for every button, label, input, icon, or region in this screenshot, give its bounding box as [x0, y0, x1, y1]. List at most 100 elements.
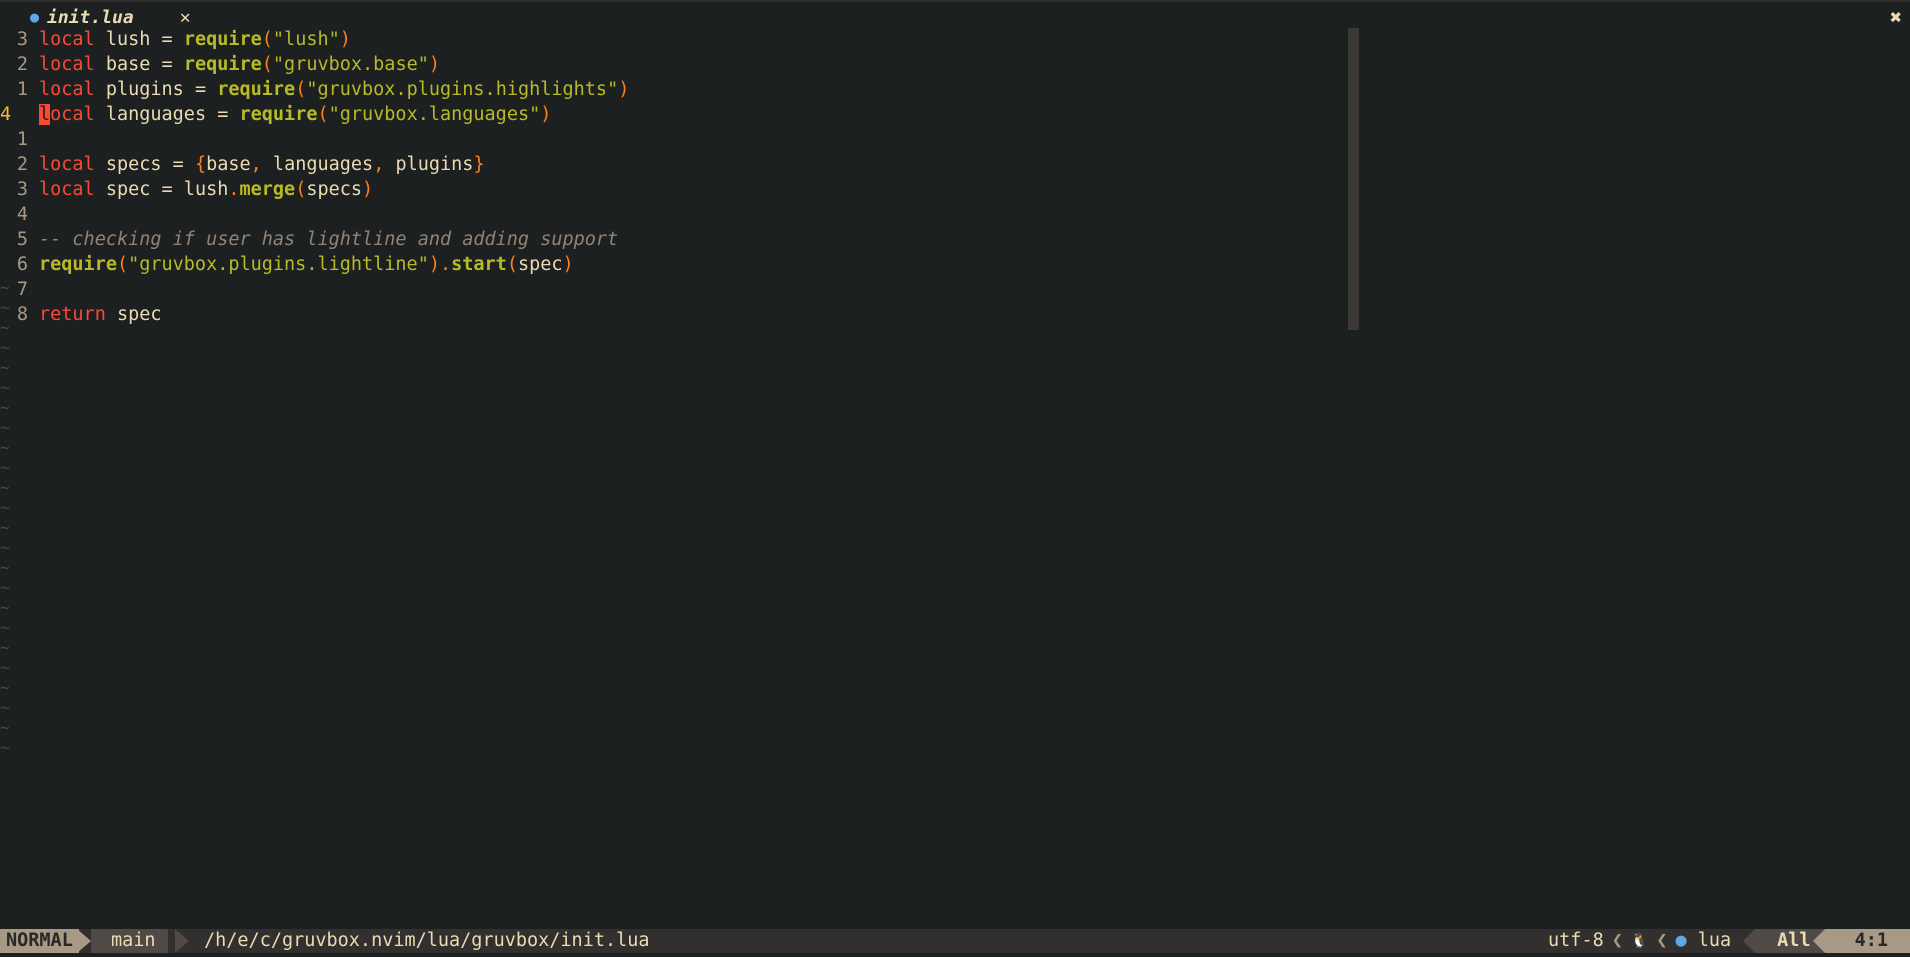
code-token: (: [295, 179, 307, 200]
linux-icon: 🐧: [1630, 933, 1649, 949]
code-line[interactable]: 1: [0, 127, 39, 152]
code-token: }: [473, 154, 485, 175]
code-token: ): [540, 104, 552, 125]
line-number: 2: [16, 54, 28, 75]
line-number: 5: [16, 229, 28, 250]
code-line[interactable]: 1 local plugins = require("gruvbox.plugin…: [0, 77, 630, 102]
code-token: ): [339, 29, 351, 50]
separator-icon: ❮: [1656, 930, 1668, 951]
filetype-label: lua: [1697, 930, 1732, 951]
code-text: local languages = require("gruvbox.langu…: [39, 102, 551, 127]
code-token: ): [362, 179, 374, 200]
code-text: local plugins = require("gruvbox.plugins…: [39, 77, 629, 102]
code-token: require: [39, 254, 117, 275]
editor-buffer[interactable]: 3 local lush = require("lush") 2 local base…: [0, 27, 1910, 927]
code-token: local: [39, 54, 95, 75]
code-token: languages =: [94, 104, 240, 125]
tab-bar: ● init.lua ✕ ✖: [0, 0, 1910, 29]
code-token: require: [183, 29, 262, 50]
lua-icon: ●: [30, 8, 40, 26]
line-number: 1: [16, 129, 28, 150]
code-token: local: [39, 179, 95, 200]
branch-separator: [175, 929, 189, 953]
command-line[interactable]: [0, 953, 1910, 957]
line-number: 6: [16, 254, 28, 275]
encoding: utf-8: [1548, 930, 1604, 951]
mode-indicator: NORMAL: [0, 929, 79, 953]
code-text: local spec = lush.merge(specs): [39, 177, 373, 202]
code-token: "gruvbox.plugins.lightline": [128, 254, 429, 275]
code-token: specs =: [94, 154, 195, 175]
code-token: "gruvbox.plugins.highlights": [306, 79, 619, 100]
line-number: 2: [16, 154, 28, 175]
empty-line-marker: ~: [0, 738, 10, 757]
code-line[interactable]: 3 local lush = require("lush"): [0, 27, 351, 52]
code-token: (: [317, 104, 329, 125]
code-text: local lush = require("lush"): [39, 27, 351, 52]
code-text: -- checking if user has lightline and ad…: [39, 227, 618, 252]
code-token: plugins =: [94, 79, 218, 100]
code-token: require: [183, 54, 262, 75]
code-token: ): [618, 79, 630, 100]
code-token: "gruvbox.languages": [328, 104, 541, 125]
code-line[interactable]: 6 require("gruvbox.plugins.lightline").st…: [0, 252, 574, 277]
code-line[interactable]: 4 local languages = require("gruvbox.lang…: [0, 102, 551, 127]
code-line[interactable]: 4: [0, 202, 39, 227]
code-token: (: [295, 79, 307, 100]
code-token: ,: [373, 154, 385, 175]
code-line[interactable]: 3 local spec = lush.merge(specs): [0, 177, 373, 202]
code-token: -- checking if user has lightline and ad…: [39, 229, 619, 250]
code-line[interactable]: 5 -- checking if user has lightline and a…: [0, 227, 618, 252]
code-token: ).: [428, 254, 452, 275]
code-token: require: [217, 79, 296, 100]
code-token: ,: [250, 154, 262, 175]
code-token: .: [228, 179, 240, 200]
code-token: start: [451, 254, 507, 275]
code-token: specs: [306, 179, 363, 200]
code-line[interactable]: 2 local base = require("gruvbox.base"): [0, 52, 440, 77]
filetype: ● lua: [1669, 929, 1737, 953]
code-token: (: [261, 54, 273, 75]
file-path: /h/e/c/gruvbox.nvim/lua/gruvbox/init.lua: [204, 930, 650, 951]
code-token: plugins: [384, 154, 474, 175]
scrollbar[interactable]: [1348, 28, 1359, 330]
code-token: ): [428, 54, 440, 75]
code-token: local: [39, 154, 95, 175]
line-number: 3: [16, 179, 28, 200]
code-token: spec: [517, 254, 563, 275]
code-token: lush =: [94, 29, 184, 50]
code-token: ocal: [50, 104, 95, 125]
code-token: "lush": [272, 29, 340, 50]
code-token: base =: [94, 54, 184, 75]
cursor: l: [39, 104, 51, 125]
code-text: require("gruvbox.plugins.lightline").sta…: [39, 252, 574, 277]
code-token: ): [562, 254, 574, 275]
lua-icon: ●: [1675, 930, 1687, 951]
separator-icon: ❮: [1611, 930, 1623, 951]
status-line: NORMAL main /h/e/c/gruvbox.nvim/lua/gruv…: [0, 929, 1910, 953]
code-token: spec: [105, 304, 162, 325]
cursor-position: 4:1: [1824, 929, 1910, 953]
code-line[interactable]: 2 local specs = {base, languages, plugins…: [0, 152, 485, 177]
code-token: {: [194, 154, 207, 175]
branch-name: main: [111, 930, 156, 951]
code-token: (: [261, 29, 273, 50]
code-text: local specs = {base, languages, plugins}: [39, 152, 485, 177]
code-token: local: [39, 29, 95, 50]
status-right: utf-8 ❮ 🐧 ❮ ● lua All 4:1: [1542, 929, 1910, 953]
tab-close-icon[interactable]: ✕: [180, 7, 191, 28]
tab-label: init.lua: [47, 6, 134, 28]
line-number: 3: [16, 29, 28, 50]
code-text: return spec: [39, 302, 162, 327]
git-branch: main: [91, 929, 168, 953]
code-token: return: [39, 304, 106, 325]
line-number: 4: [16, 204, 28, 225]
code-text: local base = require("gruvbox.base"): [39, 52, 440, 77]
close-icon[interactable]: ✖: [1890, 5, 1902, 29]
code-token: languages: [261, 154, 374, 175]
code-line[interactable]: 8 return spec: [0, 302, 162, 327]
code-token: require: [239, 104, 318, 125]
line-number: 4: [0, 104, 12, 125]
code-token: spec = lush: [94, 179, 229, 200]
code-token: base: [206, 154, 251, 175]
